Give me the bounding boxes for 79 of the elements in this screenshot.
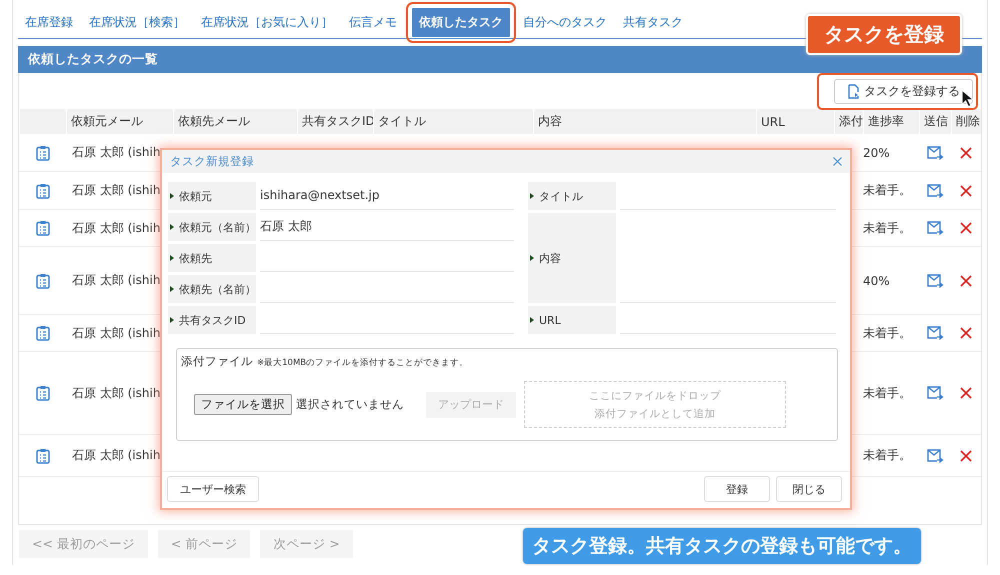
user-search-button[interactable]: ユーザー検索 bbox=[167, 476, 259, 502]
delete-icon[interactable] bbox=[960, 327, 972, 339]
send-mail-icon[interactable] bbox=[926, 386, 944, 400]
close-button[interactable] bbox=[833, 157, 842, 166]
delete-icon[interactable] bbox=[960, 146, 972, 158]
column-header: 進捗率 bbox=[863, 109, 919, 134]
progress-cell: 未着手。 bbox=[863, 172, 919, 210]
caret-icon bbox=[530, 193, 534, 199]
attachment-label: 添付ファイル bbox=[181, 354, 253, 369]
column-header: 送信 bbox=[919, 109, 951, 134]
caret-icon bbox=[170, 193, 174, 199]
send-mail-icon[interactable] bbox=[926, 184, 944, 198]
clipboard-icon[interactable] bbox=[36, 448, 50, 464]
progress-cell: 未着手。 bbox=[863, 210, 919, 247]
label-text: 依頼先 bbox=[179, 250, 212, 266]
tab[interactable]: 在席状況［検索］ bbox=[82, 8, 192, 37]
drop-zone-text: 添付ファイルとして追加 bbox=[594, 406, 716, 420]
caret-icon bbox=[170, 224, 174, 230]
delete-icon[interactable] bbox=[960, 184, 972, 196]
dialog-button[interactable]: 閉じる bbox=[776, 476, 842, 502]
column-header: 依頼先メール bbox=[173, 109, 297, 134]
register-task-button[interactable]: タスクを登録する bbox=[834, 79, 973, 104]
label-text: 依頼元 bbox=[179, 188, 212, 204]
drop-zone-text: ここにファイルをドロップ bbox=[589, 388, 721, 402]
choose-file-button[interactable]: ファイルを選択 bbox=[194, 394, 292, 415]
progress-cell: 未着手。 bbox=[863, 352, 919, 435]
tab[interactable]: 伝言メモ bbox=[342, 8, 404, 37]
progress-cell: 40% bbox=[863, 247, 919, 315]
progress-cell: 未着手。 bbox=[863, 435, 919, 477]
column-header: 添付 bbox=[834, 109, 863, 134]
column-header bbox=[19, 109, 66, 134]
callout-badge: タスクを登録 bbox=[806, 14, 962, 55]
label-text: 依頼元（名前） bbox=[179, 220, 256, 234]
attachment-note: ※最大10MBのファイルを添付することができます。 bbox=[257, 357, 468, 369]
column-header: 削除 bbox=[951, 109, 981, 134]
label-text: 依頼先（名前） bbox=[179, 282, 256, 296]
caret-icon bbox=[530, 317, 534, 323]
caret-icon bbox=[170, 317, 174, 323]
caret-icon bbox=[530, 255, 534, 261]
clipboard-icon[interactable] bbox=[36, 385, 50, 401]
send-mail-icon[interactable] bbox=[926, 146, 944, 160]
delete-icon[interactable] bbox=[960, 387, 972, 399]
panel-header: 依頼したタスクの一覧 bbox=[18, 46, 982, 73]
clipboard-icon[interactable] bbox=[36, 272, 50, 288]
send-mail-icon[interactable] bbox=[926, 448, 944, 462]
column-header: URL bbox=[756, 109, 834, 134]
column-header: タイトル bbox=[373, 109, 533, 134]
clipboard-icon[interactable] bbox=[36, 144, 50, 160]
send-mail-icon[interactable] bbox=[926, 221, 944, 235]
dialog-title: タスク新規登録 bbox=[170, 154, 254, 169]
tab[interactable]: 共有タスク bbox=[616, 8, 690, 37]
clipboard-icon[interactable] bbox=[36, 220, 50, 236]
dialog-button[interactable]: 登録 bbox=[704, 476, 770, 502]
progress-cell: 20% bbox=[863, 134, 919, 172]
clipboard-icon[interactable] bbox=[36, 325, 50, 341]
tab[interactable]: 在席状況［お気に入り］ bbox=[194, 8, 340, 37]
tab[interactable]: 依頼したタスク bbox=[412, 8, 510, 37]
delete-icon[interactable] bbox=[960, 222, 972, 234]
label-text: 共有タスクID bbox=[179, 312, 246, 328]
caption-banner: タスク登録。共有タスクの登録も可能です。 bbox=[523, 528, 921, 564]
caret-icon bbox=[170, 255, 174, 261]
send-mail-icon[interactable] bbox=[926, 326, 944, 340]
document-icon bbox=[847, 84, 860, 99]
cursor-icon bbox=[961, 89, 976, 108]
caret-icon bbox=[170, 286, 174, 292]
delete-icon[interactable] bbox=[960, 274, 972, 286]
file-status: 選択されていません bbox=[296, 397, 404, 412]
progress-cell: 未着手。 bbox=[863, 315, 919, 352]
label-text: タイトル bbox=[539, 188, 583, 204]
send-mail-icon[interactable] bbox=[926, 274, 944, 288]
column-header: 依頼元メール bbox=[66, 109, 173, 134]
close-icon bbox=[833, 157, 842, 166]
label-text: 内容 bbox=[539, 250, 561, 266]
tab[interactable]: 在席登録 bbox=[18, 8, 80, 37]
clipboard-icon[interactable] bbox=[36, 182, 50, 198]
delete-icon[interactable] bbox=[960, 450, 972, 462]
column-header: 内容 bbox=[533, 109, 756, 134]
tab[interactable]: 自分へのタスク bbox=[516, 8, 614, 37]
label-text: URL bbox=[539, 314, 561, 326]
